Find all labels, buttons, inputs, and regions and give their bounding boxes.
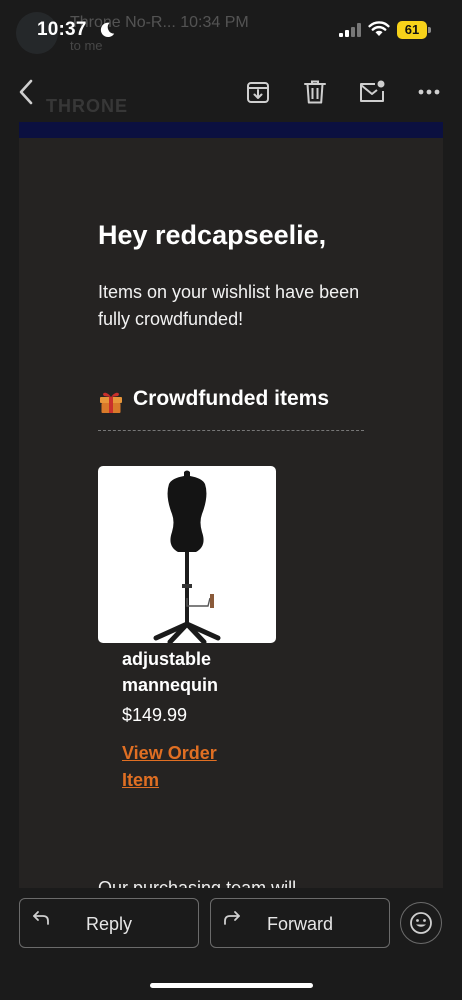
smiley-icon xyxy=(410,912,432,934)
mark-unread-button[interactable] xyxy=(354,74,390,110)
battery-nub xyxy=(428,27,431,33)
forward-button[interactable]: Forward xyxy=(210,898,390,948)
throne-logo: THRONE xyxy=(46,96,128,116)
more-options-button[interactable] xyxy=(411,74,447,110)
signal-icon xyxy=(339,23,361,37)
mark-unread-icon xyxy=(360,80,385,102)
forward-label: Forward xyxy=(266,914,333,934)
email-body: Hey redcapseelie, Items on your wishlist… xyxy=(19,122,443,888)
archive-button[interactable] xyxy=(240,74,276,110)
archive-icon xyxy=(247,82,269,103)
bottom-action-bar: Reply Forward xyxy=(0,888,462,1000)
section-divider xyxy=(98,430,364,431)
more-icon xyxy=(418,89,440,95)
product-name: adjustable mannequin xyxy=(122,649,219,695)
chevron-left-icon xyxy=(19,79,33,105)
delete-button[interactable] xyxy=(297,74,333,110)
emoji-reaction-button[interactable] xyxy=(400,902,442,944)
reply-label: Reply xyxy=(85,914,133,934)
email-banner xyxy=(19,122,443,138)
product-price: $149.99 xyxy=(122,705,188,725)
reply-button[interactable]: Reply xyxy=(19,898,199,948)
battery-indicator: 61 xyxy=(397,21,427,39)
view-order-item-link[interactable]: View Order Item xyxy=(122,740,252,794)
status-bar: Throne No-R... 10:34 PM to me 10:37 61 xyxy=(0,0,462,62)
clock: 10:37 xyxy=(37,19,87,40)
sender-name: Throne No-R... 10:34 PM xyxy=(70,14,249,31)
trash-icon xyxy=(304,80,326,104)
section-title: Crowdfunded items xyxy=(133,387,330,410)
intro-text: Items on your wishlist have been fully c… xyxy=(98,282,360,329)
moon-icon xyxy=(100,22,115,38)
wifi-icon xyxy=(368,21,390,36)
product-image[interactable] xyxy=(98,466,276,643)
body-text-continued: Our purchasing team will xyxy=(98,878,297,888)
mannequin-image xyxy=(153,470,221,643)
back-button[interactable] xyxy=(8,74,44,110)
home-indicator[interactable] xyxy=(150,983,313,988)
greeting-heading: Hey redcapseelie, xyxy=(98,220,327,250)
